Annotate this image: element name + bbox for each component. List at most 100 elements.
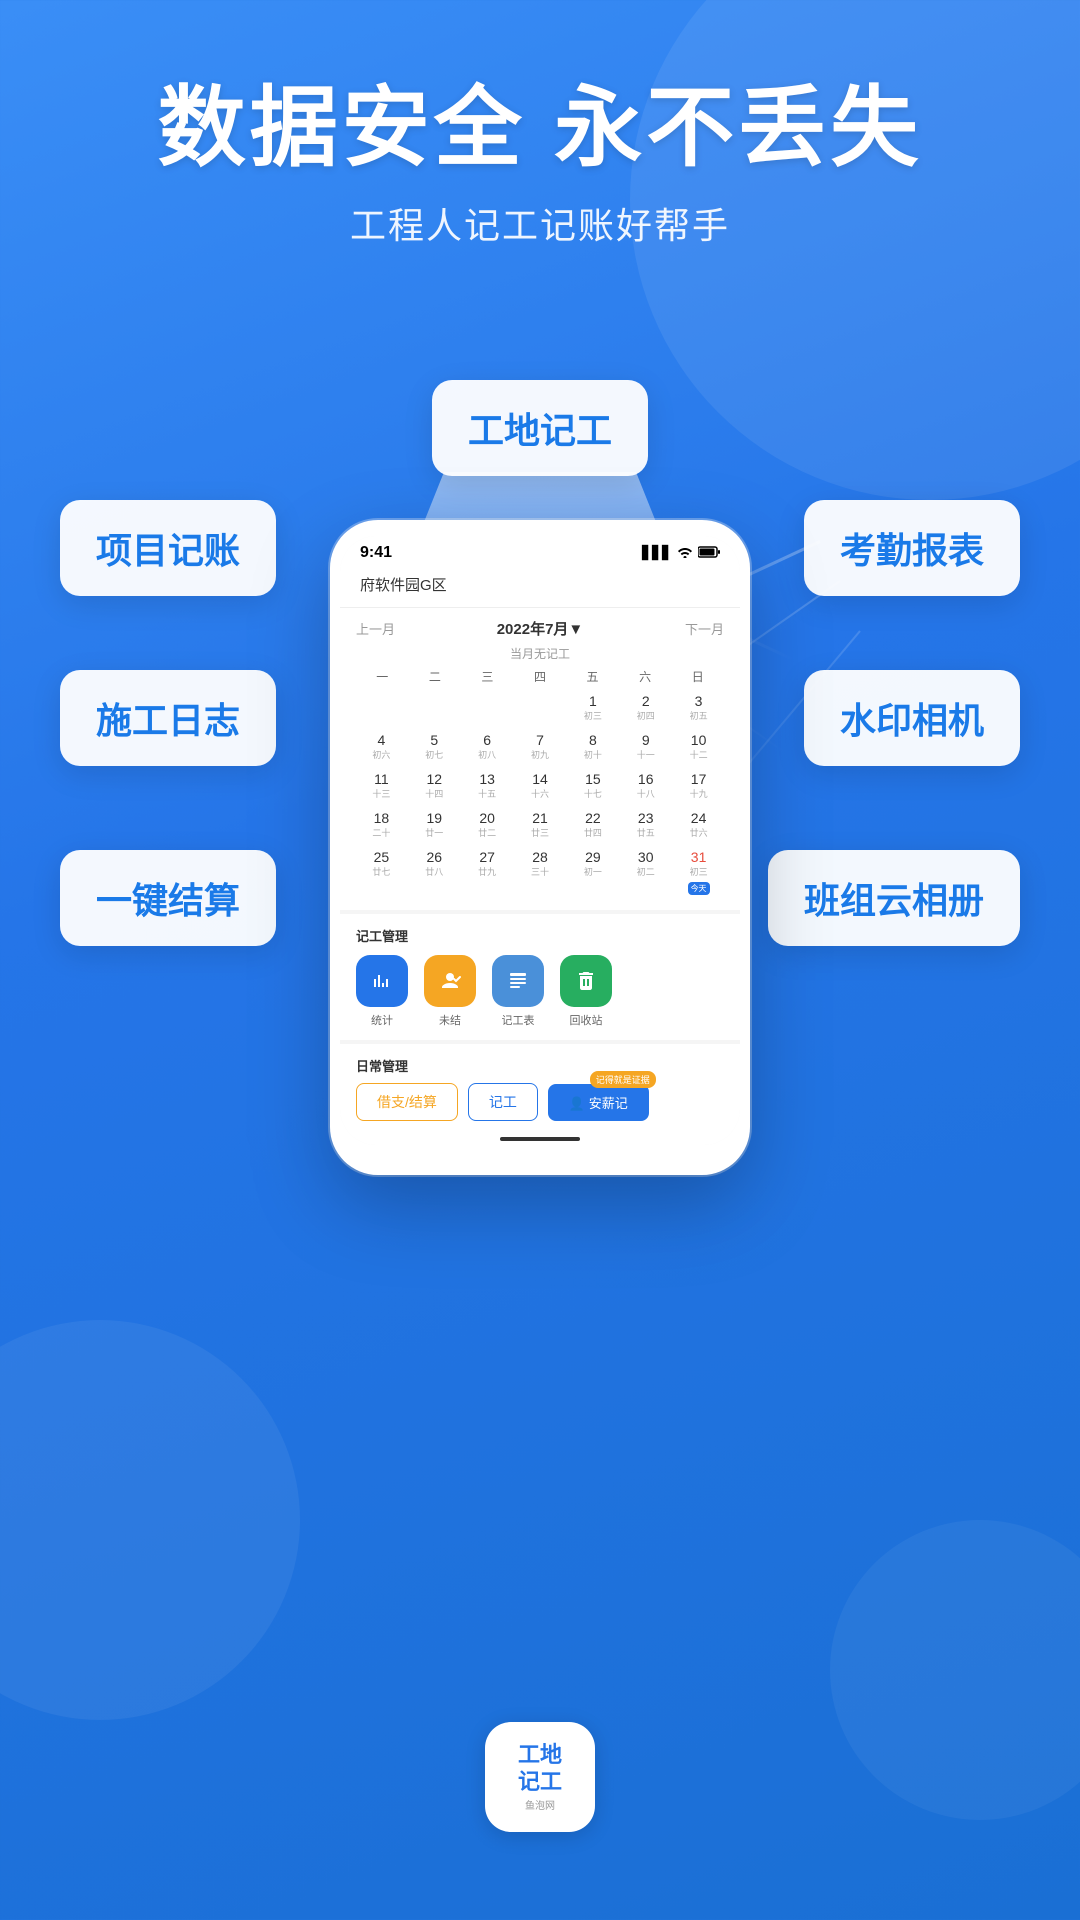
feature-card-label-bottom-right: 班组云相册	[804, 880, 984, 921]
stats-icon	[356, 955, 408, 1007]
hero-title: 数据安全 永不丢失	[0, 80, 1080, 177]
app-icon-box[interactable]: 工地 记工 鱼泡网	[485, 1722, 595, 1832]
mgmt-item-unpaid[interactable]: 未结	[424, 955, 476, 1028]
user-icon: 👤	[569, 1096, 589, 1111]
recycle-label: 回收站	[570, 1012, 603, 1028]
cal-day[interactable]: 8初十	[567, 728, 618, 765]
daily-section: 日常管理 借支/结算 记工 记得就是证据 👤 安薪记	[340, 1044, 740, 1129]
feature-card-bottom-left[interactable]: 一键结算	[60, 850, 276, 946]
wifi-icon	[678, 546, 692, 561]
daily-buttons: 借支/结算 记工 记得就是证据 👤 安薪记	[356, 1083, 724, 1121]
cal-day[interactable]: 3初五	[673, 689, 724, 726]
phone-inner: 9:41 ▋▋▋ 府软件园G区 上一月 2	[340, 536, 740, 1145]
feature-card-label-mid-right: 考勤报表	[840, 530, 984, 571]
feature-card-top-center[interactable]: 工地记工	[432, 380, 648, 476]
app-icon-subtext: 鱼泡网	[525, 1797, 555, 1812]
recycle-icon	[560, 955, 612, 1007]
today-tag: 今天	[688, 882, 710, 895]
hero-subtitle: 工程人记工记账好帮手	[0, 197, 1080, 249]
feature-card-bottom-right[interactable]: 班组云相册	[768, 850, 1020, 946]
cal-day[interactable]: 7初九	[515, 728, 566, 765]
cal-day[interactable]: 29初一	[567, 845, 618, 900]
calendar-month-label[interactable]: 2022年7月▼	[497, 618, 584, 639]
prev-month-btn[interactable]: 上一月	[356, 619, 395, 638]
cal-day[interactable]: 5初七	[409, 728, 460, 765]
feature-card-label-lower-right: 水印相机	[840, 700, 984, 741]
mgmt-item-stats[interactable]: 统计	[356, 955, 408, 1028]
cal-day[interactable]: 17十九	[673, 767, 724, 804]
feature-card-lower-left[interactable]: 施工日志	[60, 670, 276, 766]
cal-day[interactable]: 10十二	[673, 728, 724, 765]
feature-card-label-mid-left: 项目记账	[96, 530, 240, 571]
cal-day[interactable]: 26廿八	[409, 845, 460, 900]
status-time: 9:41	[360, 544, 392, 562]
app-icon-section: 工地 记工 鱼泡网	[485, 1722, 595, 1840]
daily-title: 日常管理	[356, 1056, 724, 1075]
bg-circle-1	[630, 0, 1080, 500]
cal-day[interactable]: 13十五	[462, 767, 513, 804]
hero-section: 数据安全 永不丢失 工程人记工记账好帮手	[0, 80, 1080, 249]
cal-day[interactable]: 12十四	[409, 767, 460, 804]
mgmt-item-recycle[interactable]: 回收站	[560, 955, 612, 1028]
phone-container: 9:41 ▋▋▋ 府软件园G区 上一月 2	[330, 520, 750, 1175]
cal-day	[356, 689, 407, 726]
cal-day[interactable]: 31初三今天	[673, 845, 724, 900]
unpaid-label: 未结	[439, 1012, 461, 1028]
cal-day[interactable]: 21廿三	[515, 806, 566, 843]
record-work-btn[interactable]: 记工	[468, 1083, 538, 1121]
cal-day[interactable]: 16十八	[620, 767, 671, 804]
calendar-no-record: 当月无记工	[356, 645, 724, 662]
app-icon-text-line1: 工地	[518, 1742, 562, 1768]
cal-day[interactable]: 24廿六	[673, 806, 724, 843]
status-icons: ▋▋▋	[642, 545, 720, 561]
cal-day[interactable]: 6初八	[462, 728, 513, 765]
signal-icon: ▋▋▋	[642, 545, 672, 561]
next-month-btn[interactable]: 下一月	[685, 619, 724, 638]
phone-header: 府软件园G区	[340, 566, 740, 608]
cal-day[interactable]: 14十六	[515, 767, 566, 804]
calendar-nav: 上一月 2022年7月▼ 下一月	[356, 618, 724, 639]
calendar-days: 1初三2初四3初五4初六5初七6初八7初九8初十9十一10十二11十三12十四1…	[356, 689, 724, 900]
badge-tag: 记得就是证据	[590, 1071, 656, 1088]
mgmt-section: 记工管理 统计 未结	[340, 914, 740, 1040]
cal-day[interactable]: 30初二	[620, 845, 671, 900]
anxinji-btn[interactable]: 记得就是证据 👤 安薪记	[548, 1084, 649, 1121]
cal-day[interactable]: 4初六	[356, 728, 407, 765]
feature-card-label-top: 工地记工	[468, 410, 612, 451]
stats-label: 统计	[371, 1012, 393, 1028]
cal-day[interactable]: 23廿五	[620, 806, 671, 843]
calendar-grid: 一 二 三 四 五 六 日 1初三2初四3初五 4初六5初七6初八7初九8初十9十…	[356, 668, 724, 900]
feature-card-label-bottom-left: 一键结算	[96, 880, 240, 921]
calendar-section: 上一月 2022年7月▼ 下一月 当月无记工 一 二 三 四 五 六 日	[340, 608, 740, 910]
cal-day[interactable]: 18二十	[356, 806, 407, 843]
cal-day	[515, 689, 566, 726]
feature-card-mid-left[interactable]: 项目记账	[60, 500, 276, 596]
calendar-weekdays: 一 二 三 四 五 六 日	[356, 668, 724, 685]
feature-card-label-lower-left: 施工日志	[96, 700, 240, 741]
cal-day[interactable]: 22廿四	[567, 806, 618, 843]
cal-day[interactable]: 2初四	[620, 689, 671, 726]
cal-day[interactable]: 19廿一	[409, 806, 460, 843]
mgmt-icons-row: 统计 未结 记工表	[356, 955, 724, 1028]
cal-day[interactable]: 25廿七	[356, 845, 407, 900]
phone-mockup: 9:41 ▋▋▋ 府软件园G区 上一月 2	[330, 520, 750, 1175]
unpaid-icon	[424, 955, 476, 1007]
home-bar	[340, 1129, 740, 1145]
feature-card-lower-right[interactable]: 水印相机	[804, 670, 1020, 766]
cal-day[interactable]: 27廿九	[462, 845, 513, 900]
cal-day[interactable]: 11十三	[356, 767, 407, 804]
cal-day[interactable]: 1初三	[567, 689, 618, 726]
mgmt-title: 记工管理	[356, 926, 724, 945]
borrow-settle-btn[interactable]: 借支/结算	[356, 1083, 458, 1121]
table-icon	[492, 955, 544, 1007]
table-label: 记工表	[502, 1012, 535, 1028]
bg-circle-3	[830, 1520, 1080, 1820]
cal-day[interactable]: 15十七	[567, 767, 618, 804]
app-icon-text-line2: 记工	[518, 1769, 562, 1795]
cal-day[interactable]: 28三十	[515, 845, 566, 900]
cal-day[interactable]: 20廿二	[462, 806, 513, 843]
cal-day[interactable]: 9十一	[620, 728, 671, 765]
mgmt-item-table[interactable]: 记工表	[492, 955, 544, 1028]
phone-location: 府软件园G区	[360, 574, 720, 595]
bg-circle-2	[0, 1320, 300, 1720]
